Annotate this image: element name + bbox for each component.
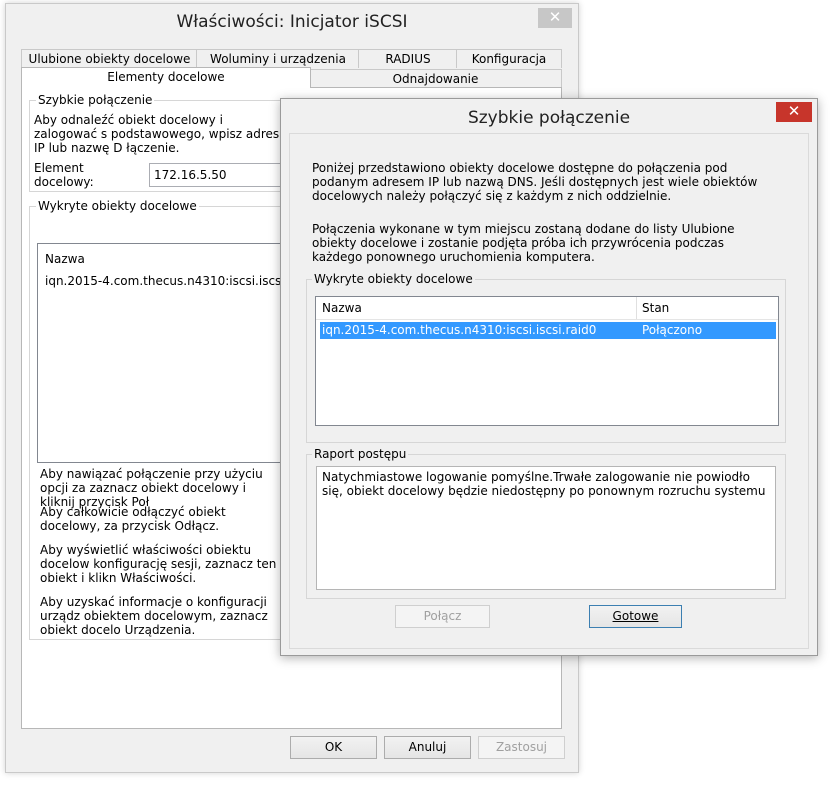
quick-connect-legend: Szybkie połączenie xyxy=(36,93,155,107)
list-item[interactable]: iqn.2015-4.com.thecus.n4310:iscsi.iscsi.… xyxy=(45,274,312,288)
dialog-intro-text: Poniżej przedstawiono obiekty docelowe d… xyxy=(312,161,758,203)
dialog-favorites-text: Połączenia wykonane w tym miejscu zostan… xyxy=(312,222,735,264)
progress-report-textbox[interactable]: Natychmiastowe logowanie pomyślne.Trwałe… xyxy=(316,466,776,590)
close-icon: ✕ xyxy=(787,102,801,120)
discovered-targets-legend: Wykryte obiekty docelowe xyxy=(36,199,199,213)
column-header-name[interactable]: Nazwa xyxy=(45,252,85,266)
tab-volumes[interactable]: Woluminy i urządzenia xyxy=(196,49,360,68)
quick-connect-dialog: Szybkie połączenie ✕ Poniżej przedstawio… xyxy=(280,98,818,656)
help-text-devices: Aby uzyskać informacje o konfiguracji ur… xyxy=(40,595,268,637)
cancel-button[interactable]: Anuluj xyxy=(384,736,471,759)
column-divider xyxy=(636,297,637,319)
ok-button[interactable]: OK xyxy=(290,736,377,759)
close-icon: ✕ xyxy=(548,8,562,26)
target-status-cell: Połączono xyxy=(642,323,703,337)
dialog-discovered-group: Wykryte obiekty docelowe Nazwa Stan iqn.… xyxy=(306,272,786,443)
dialog-close-button[interactable]: ✕ xyxy=(776,102,812,122)
tab-targets[interactable]: Elementy docelowe xyxy=(21,67,311,88)
target-label: Element docelowy: xyxy=(34,161,94,189)
discovered-targets-list[interactable]: Nazwa iqn.2015-4.com.thecus.n4310:iscsi.… xyxy=(37,243,312,463)
table-row[interactable]: iqn.2015-4.com.thecus.n4310:iscsi.iscsi.… xyxy=(320,322,776,339)
window-title: Właściwości: Inicjator iSCSI xyxy=(176,12,408,32)
tab-configuration[interactable]: Konfiguracja xyxy=(456,49,562,68)
tab-radius[interactable]: RADIUS xyxy=(358,49,458,68)
connect-button[interactable]: Połącz xyxy=(395,605,490,628)
dialog-list-header: Nazwa Stan xyxy=(316,297,778,320)
dialog-body: Poniżej przedstawiono obiekty docelowe d… xyxy=(289,133,809,649)
tab-discovery[interactable]: Odnajdowanie xyxy=(309,69,562,88)
apply-button[interactable]: Zastosuj xyxy=(478,736,565,759)
progress-report-text: Natychmiastowe logowanie pomyślne.Trwałe… xyxy=(322,470,766,498)
dialog-title: Szybkie połączenie xyxy=(467,108,631,128)
progress-report-legend: Raport postępu xyxy=(312,447,409,461)
done-button[interactable]: Gotowe xyxy=(589,605,682,628)
dialog-discovered-legend: Wykryte obiekty docelowe xyxy=(312,272,475,286)
quick-connect-description: Aby odnaleźć obiekt docelowy i zalogować… xyxy=(34,113,280,155)
window-close-button[interactable]: ✕ xyxy=(538,8,572,28)
column-header-name[interactable]: Nazwa xyxy=(322,297,362,319)
help-text-disconnect: Aby całkowicie odłączyć obiekt docelowy,… xyxy=(40,505,226,533)
target-input[interactable]: 172.16.5.50 xyxy=(149,163,285,187)
dialog-targets-list[interactable]: Nazwa Stan iqn.2015-4.com.thecus.n4310:i… xyxy=(315,296,779,426)
tab-favorites[interactable]: Ulubione obiekty docelowe xyxy=(21,49,198,68)
help-text-properties: Aby wyświetlić właściwości obiektu docel… xyxy=(40,543,277,585)
progress-report-group: Raport postępu Natychmiastowe logowanie … xyxy=(306,447,786,599)
column-header-status[interactable]: Stan xyxy=(642,297,669,319)
target-name-cell: iqn.2015-4.com.thecus.n4310:iscsi.iscsi.… xyxy=(322,323,597,337)
help-text-connect: Aby nawiązać połączenie przy użyciu opcj… xyxy=(40,467,263,509)
